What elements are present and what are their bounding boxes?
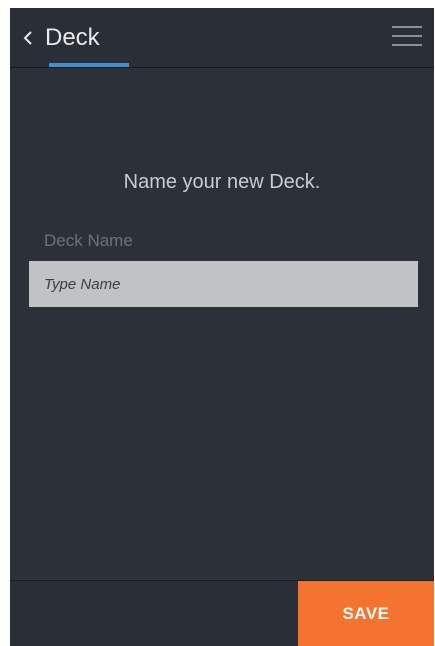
- main-content: Name your new Deck. Deck Name: [10, 68, 434, 580]
- top-bar: Deck: [10, 8, 434, 68]
- prompt-text: Name your new Deck.: [123, 171, 321, 193]
- deck-name-label: Deck Name: [44, 231, 133, 250]
- deck-name-input[interactable]: [29, 261, 418, 307]
- active-tab-indicator: [49, 63, 129, 67]
- save-button[interactable]: SAVE: [298, 581, 434, 646]
- back-button[interactable]: Deck: [20, 20, 100, 56]
- app-screen: Deck Name your new Deck. Deck Name SAVE: [10, 8, 434, 646]
- page-title: Deck: [45, 24, 100, 51]
- chevron-left-icon: [20, 28, 36, 48]
- menu-button[interactable]: [392, 24, 422, 50]
- hamburger-menu-icon: [392, 26, 422, 28]
- bottom-bar: SAVE: [10, 580, 434, 646]
